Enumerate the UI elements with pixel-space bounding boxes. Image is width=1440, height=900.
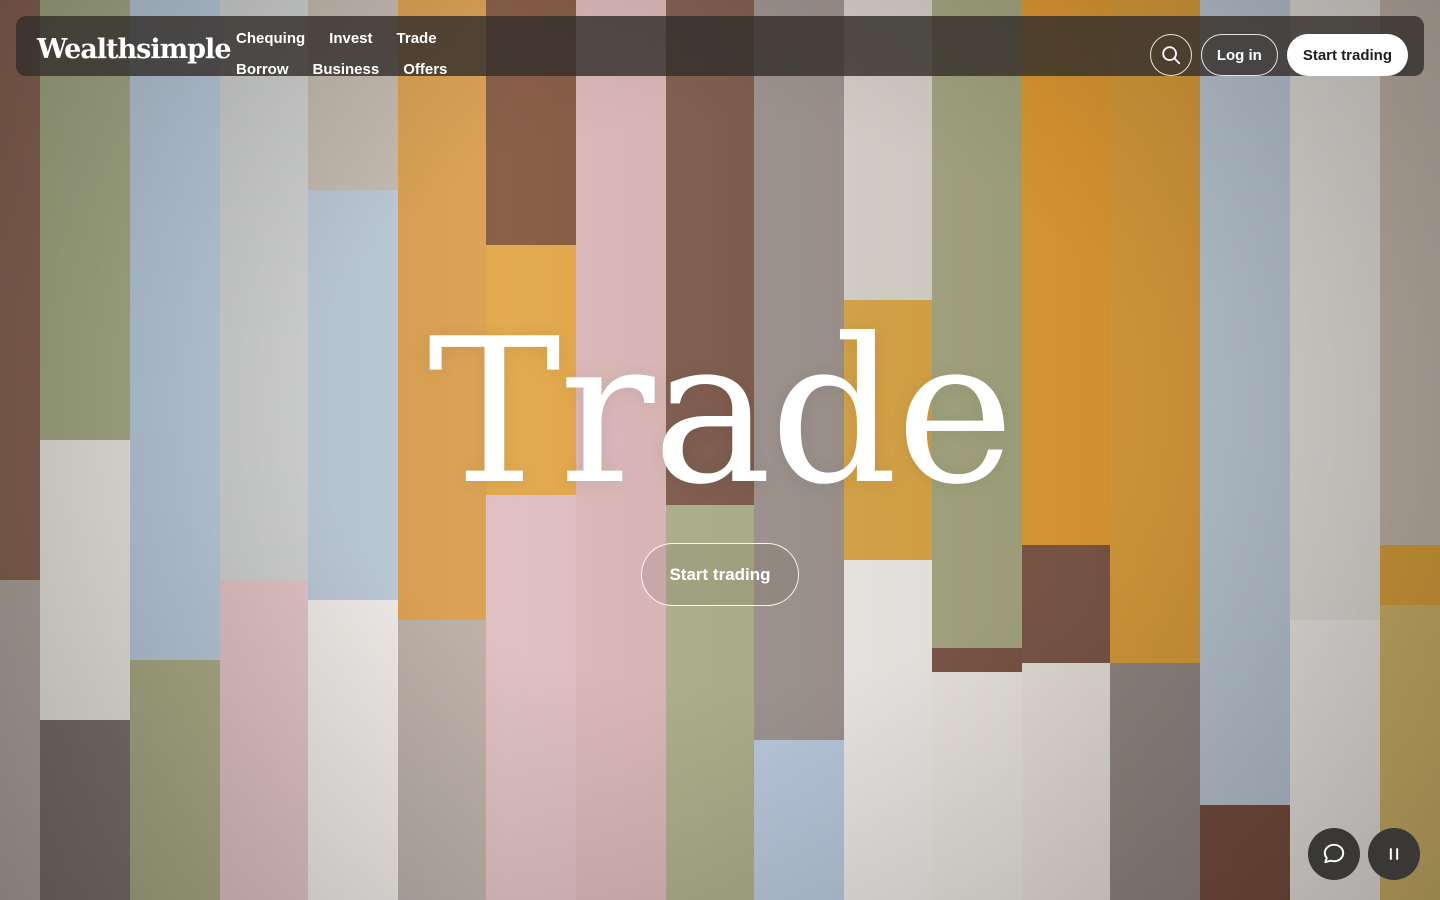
search-button[interactable]	[1149, 34, 1192, 76]
nav-actions: Log in Start trading	[1149, 34, 1408, 76]
start-trading-hero-button[interactable]: Start trading	[641, 543, 799, 606]
log-in-button[interactable]: Log in	[1200, 34, 1278, 76]
search-icon	[1162, 46, 1180, 65]
nav-link-invest[interactable]: Invest	[329, 30, 372, 48]
pause-animation-button[interactable]	[1368, 828, 1420, 880]
nav-link-borrow[interactable]: Borrow	[236, 61, 289, 79]
top-navigation-bar: Wealthsimple Chequing Invest Trade Borro…	[16, 16, 1424, 78]
wealthsimple-logo[interactable]: Wealthsimple	[37, 36, 231, 63]
page: Wealthsimple Chequing Invest Trade Borro…	[0, 0, 1440, 900]
nav-link-trade[interactable]: Trade	[397, 30, 437, 48]
pause-icon	[1389, 848, 1399, 860]
chat-button[interactable]	[1308, 828, 1360, 880]
primary-nav-links: Chequing Invest Trade Borrow Business Of…	[236, 30, 466, 92]
nav-row-1: Chequing Invest Trade	[236, 30, 466, 61]
start-trading-nav-button[interactable]: Start trading	[1286, 34, 1408, 76]
nav-link-offers[interactable]: Offers	[403, 61, 447, 79]
chat-bubble-icon	[1323, 843, 1345, 864]
nav-row-2: Borrow Business Offers	[236, 61, 466, 92]
nav-link-business[interactable]: Business	[313, 61, 380, 79]
nav-link-chequing[interactable]: Chequing	[236, 30, 305, 48]
hero-title: Trade	[427, 296, 1015, 529]
